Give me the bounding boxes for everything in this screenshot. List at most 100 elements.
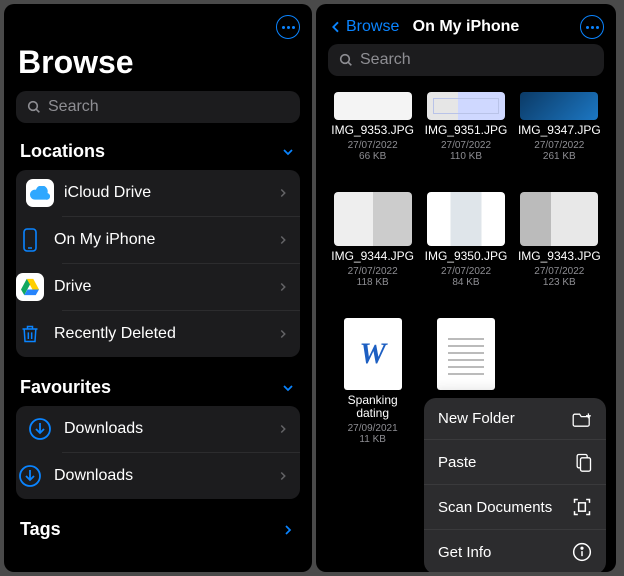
more-button[interactable] (276, 15, 300, 39)
chevron-right-icon (280, 522, 296, 538)
search-icon (26, 99, 42, 115)
chevron-right-icon (276, 422, 290, 436)
location-label: On My iPhone (54, 231, 276, 249)
menu-label: Paste (438, 454, 476, 471)
file-thumbnail (334, 92, 412, 120)
menu-label: Get Info (438, 544, 491, 561)
context-menu: New Folder Paste Scan Documents Get Info (424, 398, 606, 572)
download-icon (26, 415, 54, 443)
file-item[interactable]: W Spanking dating 27/09/2021 11 KB (330, 318, 415, 470)
menu-item-get-info[interactable]: Get Info (424, 529, 606, 572)
chevron-down-icon (280, 380, 296, 396)
file-thumbnail (437, 318, 495, 390)
location-label: Drive (54, 278, 276, 296)
file-date: 27/07/2022 (348, 140, 398, 151)
trash-icon (16, 320, 44, 348)
file-name: IMG_9353.JPG (331, 124, 414, 138)
menu-label: New Folder (438, 410, 515, 427)
menu-label: Scan Documents (438, 499, 552, 516)
favourite-label: Downloads (54, 467, 276, 485)
favourite-item-downloads[interactable]: Downloads (62, 452, 300, 499)
search-icon (338, 52, 354, 68)
tags-header-label: Tags (20, 519, 61, 540)
favourites-group: Downloads Downloads (16, 406, 300, 499)
file-name: IMG_9343.JPG (518, 250, 601, 264)
file-size: 118 KB (357, 277, 389, 288)
file-date: 27/07/2022 (441, 266, 491, 277)
file-item[interactable]: IMG_9350.JPG 27/07/2022 84 KB (423, 192, 508, 312)
download-icon (16, 462, 44, 490)
file-thumbnail (427, 192, 505, 246)
location-label: iCloud Drive (64, 184, 276, 202)
file-item[interactable]: IMG_9351.JPG 27/07/2022 110 KB (423, 92, 508, 186)
more-button[interactable] (580, 15, 604, 39)
clipboard-icon (574, 452, 592, 472)
location-item-onmyiphone[interactable]: On My iPhone (62, 216, 300, 263)
file-size: 261 KB (543, 151, 576, 162)
chevron-right-icon (276, 469, 290, 483)
file-date: 27/09/2021 (348, 423, 398, 434)
folder-pane: Browse On My iPhone Search IMG_9353.JPG … (316, 4, 616, 572)
file-date: 27/07/2022 (534, 266, 584, 277)
locations-group: iCloud Drive On My iPhone Drive Recently… (16, 170, 300, 357)
back-button[interactable]: Browse (328, 18, 399, 36)
file-name: IMG_9344.JPG (331, 250, 414, 264)
file-thumbnail (520, 192, 598, 246)
file-name: Spanking dating (330, 394, 415, 422)
location-label: Recently Deleted (54, 325, 276, 343)
chevron-left-icon (328, 18, 344, 36)
search-input[interactable]: Search (16, 91, 300, 123)
file-date: 27/07/2022 (534, 140, 584, 151)
file-size: 123 KB (543, 277, 576, 288)
phone-icon (16, 226, 44, 254)
file-thumbnail: W (344, 318, 402, 390)
favourite-item-downloads[interactable]: Downloads (16, 406, 300, 452)
favourites-header[interactable]: Favourites (16, 373, 300, 406)
icloud-icon (26, 179, 54, 207)
menu-item-new-folder[interactable]: New Folder (424, 398, 606, 439)
ellipsis-icon (282, 26, 295, 29)
file-thumbnail (427, 92, 505, 120)
chevron-right-icon (276, 233, 290, 247)
menu-item-scan-documents[interactable]: Scan Documents (424, 484, 606, 529)
file-size: 110 KB (450, 151, 482, 162)
favourites-header-label: Favourites (20, 377, 111, 398)
chevron-right-icon (276, 280, 290, 294)
search-placeholder: Search (360, 51, 411, 69)
ellipsis-icon (586, 26, 599, 29)
file-item[interactable]: IMG_9344.JPG 27/07/2022 118 KB (330, 192, 415, 312)
file-item[interactable]: IMG_9353.JPG 27/07/2022 66 KB (330, 92, 415, 186)
file-size: 84 KB (452, 277, 479, 288)
file-name: IMG_9351.JPG (425, 124, 508, 138)
back-label: Browse (346, 18, 399, 36)
right-topbar: Browse On My iPhone (328, 10, 604, 44)
file-thumbnail (334, 192, 412, 246)
file-item[interactable]: IMG_9343.JPG 27/07/2022 123 KB (517, 192, 602, 312)
page-title: Browse (18, 44, 298, 81)
locations-header-label: Locations (20, 141, 105, 162)
gdrive-icon (16, 273, 44, 301)
chevron-down-icon (280, 144, 296, 160)
folder-plus-icon (572, 411, 592, 427)
browse-pane: Browse Search Locations iCloud Drive On … (4, 4, 312, 572)
search-input[interactable]: Search (328, 44, 604, 76)
menu-item-paste[interactable]: Paste (424, 439, 606, 484)
file-size: 66 KB (359, 151, 386, 162)
file-name: IMG_9347.JPG (518, 124, 601, 138)
file-date: 27/07/2022 (441, 140, 491, 151)
file-size: 11 KB (359, 434, 386, 445)
file-thumbnail (520, 92, 598, 120)
locations-header[interactable]: Locations (16, 137, 300, 170)
info-icon (572, 542, 592, 562)
tags-header[interactable]: Tags (16, 515, 300, 548)
location-item-drive[interactable]: Drive (62, 263, 300, 310)
file-name: IMG_9350.JPG (425, 250, 508, 264)
search-placeholder: Search (48, 98, 99, 116)
chevron-right-icon (276, 186, 290, 200)
location-item-recentlydeleted[interactable]: Recently Deleted (62, 310, 300, 357)
left-topbar (16, 10, 300, 44)
file-date: 27/07/2022 (348, 266, 398, 277)
file-item[interactable]: IMG_9347.JPG 27/07/2022 261 KB (517, 92, 602, 186)
favourite-label: Downloads (64, 420, 276, 438)
location-item-icloud[interactable]: iCloud Drive (16, 170, 300, 216)
